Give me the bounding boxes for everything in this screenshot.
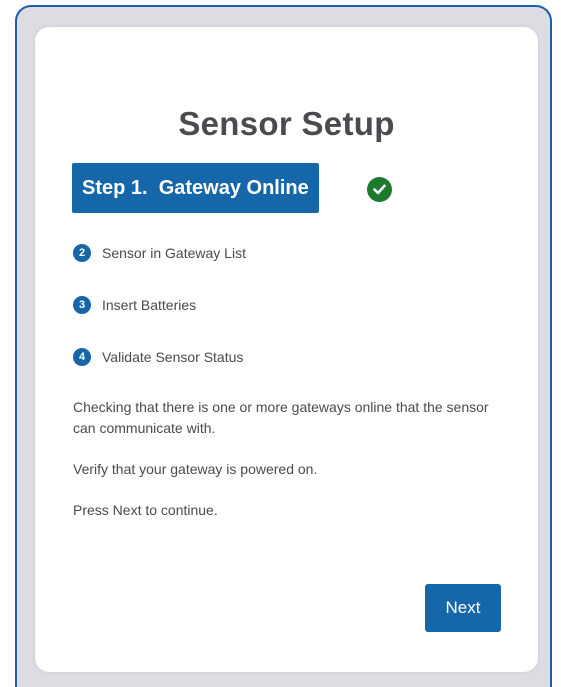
step-item-insert-batteries: 3 Insert Batteries	[73, 291, 246, 319]
description-paragraph: Checking that there is one or more gatew…	[73, 399, 489, 436]
step-item-sensor-in-gateway-list: 2 Sensor in Gateway List	[73, 239, 246, 267]
step-label: Insert Batteries	[102, 297, 197, 313]
step-item-validate-sensor-status: 4 Validate Sensor Status	[73, 343, 246, 371]
step-number-badge: 4	[73, 348, 91, 366]
step-number-badge: 2	[73, 244, 91, 262]
setup-card: Sensor Setup Step 1. Gateway Online 2 Se…	[35, 27, 538, 672]
description-paragraph: Press Next to continue.	[73, 502, 218, 518]
page-title: Sensor Setup	[178, 105, 395, 142]
active-step-header: Step 1. Gateway Online	[72, 163, 319, 213]
step-label: Sensor in Gateway List	[102, 245, 246, 261]
check-circle-icon	[367, 177, 392, 202]
step-list: 2 Sensor in Gateway List 3 Insert Batter…	[73, 239, 246, 395]
step-number-badge: 3	[73, 296, 91, 314]
active-step-label: Step 1. Gateway Online	[82, 176, 309, 199]
step-label: Validate Sensor Status	[102, 349, 244, 365]
next-button[interactable]: Next	[425, 584, 501, 632]
step-description: Checking that there is one or more gatew…	[73, 397, 513, 541]
description-paragraph: Verify that your gateway is powered on.	[73, 461, 318, 477]
